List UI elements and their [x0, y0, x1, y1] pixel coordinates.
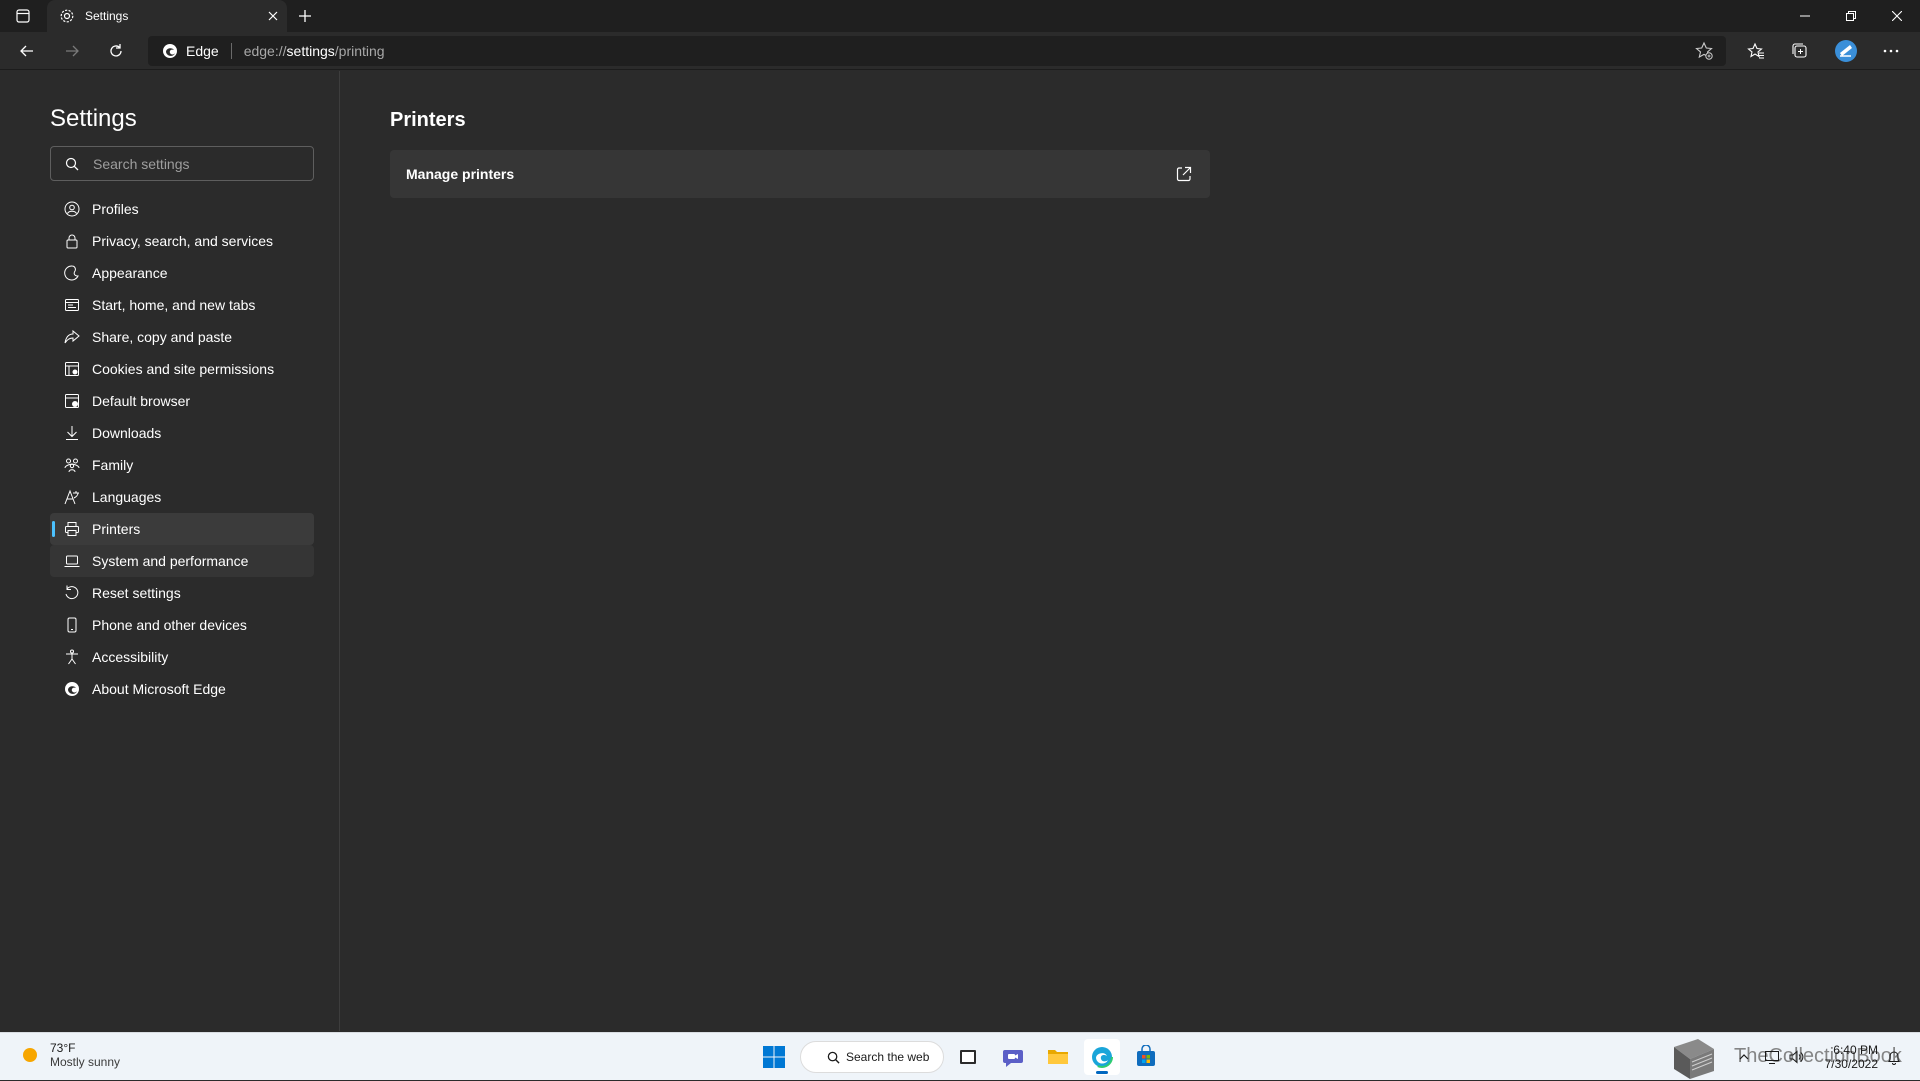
taskbar-search[interactable]: Search the web [800, 1041, 944, 1073]
task-view-icon[interactable] [950, 1039, 986, 1075]
file-explorer-icon[interactable] [1040, 1039, 1076, 1075]
sidebar-item-downloads[interactable]: Downloads [50, 417, 314, 449]
sidebar-item-privacy[interactable]: Privacy, search, and services [50, 225, 314, 257]
gear-icon [59, 8, 75, 24]
settings-nav: Profiles Privacy, search, and services A… [50, 193, 314, 705]
teams-chat-icon[interactable] [995, 1039, 1031, 1075]
phone-icon [64, 617, 80, 633]
edge-icon [162, 43, 178, 59]
taskbar: 73°F Mostly sunny Search the web TheColl… [0, 1032, 1920, 1080]
share-icon [64, 329, 80, 345]
external-link-icon [1174, 164, 1194, 184]
favorites-icon[interactable] [1740, 36, 1772, 66]
collections-icon[interactable] [1784, 36, 1816, 66]
sidebar-item-about[interactable]: About Microsoft Edge [50, 673, 314, 705]
notification-bell-icon[interactable] [1882, 1045, 1906, 1069]
settings-content: Printers Manage printers [340, 71, 1920, 1031]
weather-condition: Mostly sunny [50, 1055, 121, 1069]
tab-title: Settings [85, 9, 129, 23]
sidebar-item-share[interactable]: Share, copy and paste [50, 321, 314, 353]
lock-icon [64, 233, 80, 249]
appearance-icon [64, 265, 80, 281]
sidebar-item-start-home[interactable]: Start, home, and new tabs [50, 289, 314, 321]
family-icon [64, 457, 80, 473]
download-icon [64, 425, 80, 441]
weather-widget[interactable]: 73°F Mostly sunny [18, 1041, 120, 1069]
sidebar-item-languages[interactable]: Languages [50, 481, 314, 513]
clock-date: 7/30/2022 [1824, 1057, 1878, 1071]
refresh-button[interactable] [100, 36, 132, 66]
tab-settings[interactable]: Settings [47, 0, 287, 32]
add-favorite-icon[interactable] [1694, 41, 1714, 61]
browser-toolbar: Edge edge://settings/printing [0, 32, 1920, 70]
site-label: Edge [186, 43, 219, 59]
search-input[interactable] [93, 155, 313, 172]
chevron-up-icon[interactable] [1732, 1045, 1756, 1069]
system-clock[interactable]: 6:40 PM 7/30/2022 [1825, 1043, 1878, 1071]
sidebar-item-accessibility[interactable]: Accessibility [50, 641, 314, 673]
sidebar-item-reset[interactable]: Reset settings [50, 577, 314, 609]
edge-icon [64, 681, 80, 697]
sidebar-item-system[interactable]: System and performance [50, 545, 314, 577]
edge-taskbar-icon[interactable] [1084, 1039, 1120, 1075]
forward-button[interactable] [56, 36, 88, 66]
address-divider [230, 43, 232, 59]
profile-icon [64, 201, 80, 217]
minimize-button[interactable] [1782, 0, 1828, 32]
start-button[interactable] [756, 1039, 792, 1075]
close-tab-icon[interactable] [259, 4, 287, 28]
store-icon[interactable] [1128, 1039, 1164, 1075]
reset-icon [64, 585, 80, 601]
address-bar[interactable]: Edge edge://settings/printing [148, 36, 1726, 66]
language-icon [64, 489, 80, 505]
search-icon [65, 157, 79, 171]
manage-printers-label: Manage printers [406, 166, 515, 182]
book-logo-icon [1668, 1035, 1720, 1081]
profile-avatar[interactable] [1830, 36, 1862, 66]
accessibility-icon [64, 649, 80, 665]
more-options-icon[interactable] [1875, 36, 1907, 66]
clock-time: 6:40 PM [1833, 1043, 1878, 1057]
new-tab-button[interactable] [291, 3, 319, 29]
close-window-button[interactable] [1874, 0, 1920, 32]
title-bar: Settings [0, 0, 1920, 32]
sidebar-item-family[interactable]: Family [50, 449, 314, 481]
network-icon[interactable] [1760, 1045, 1784, 1069]
url-text: edge://settings/printing [243, 43, 385, 59]
search-icon [827, 1051, 840, 1064]
sidebar-item-printers[interactable]: Printers [50, 513, 314, 545]
search-box[interactable] [50, 146, 314, 181]
partly-sunny-icon [18, 1043, 42, 1067]
sidebar-item-profiles[interactable]: Profiles [50, 193, 314, 225]
weather-temperature: 73°F [50, 1041, 76, 1055]
sidebar-item-cookies[interactable]: Cookies and site permissions [50, 353, 314, 385]
back-button[interactable] [11, 36, 43, 66]
laptop-icon [64, 553, 80, 569]
settings-sidebar: Settings Profiles Privacy, search, and s… [0, 71, 340, 1031]
volume-icon[interactable] [1784, 1045, 1808, 1069]
cookies-icon [64, 361, 80, 377]
page-title: Printers [390, 109, 466, 131]
manage-printers-button[interactable]: Manage printers [390, 150, 1210, 198]
browser-icon [64, 393, 80, 409]
tab-actions-icon[interactable] [9, 4, 37, 28]
sidebar-item-phone[interactable]: Phone and other devices [50, 609, 314, 641]
settings-title: Settings [50, 105, 137, 132]
sidebar-item-default-browser[interactable]: Default browser [50, 385, 314, 417]
sidebar-item-appearance[interactable]: Appearance [50, 257, 314, 289]
taskbar-search-label: Search the web [846, 1050, 930, 1064]
start-page-icon [64, 297, 80, 313]
printer-icon [64, 521, 80, 537]
restore-button[interactable] [1828, 0, 1874, 32]
